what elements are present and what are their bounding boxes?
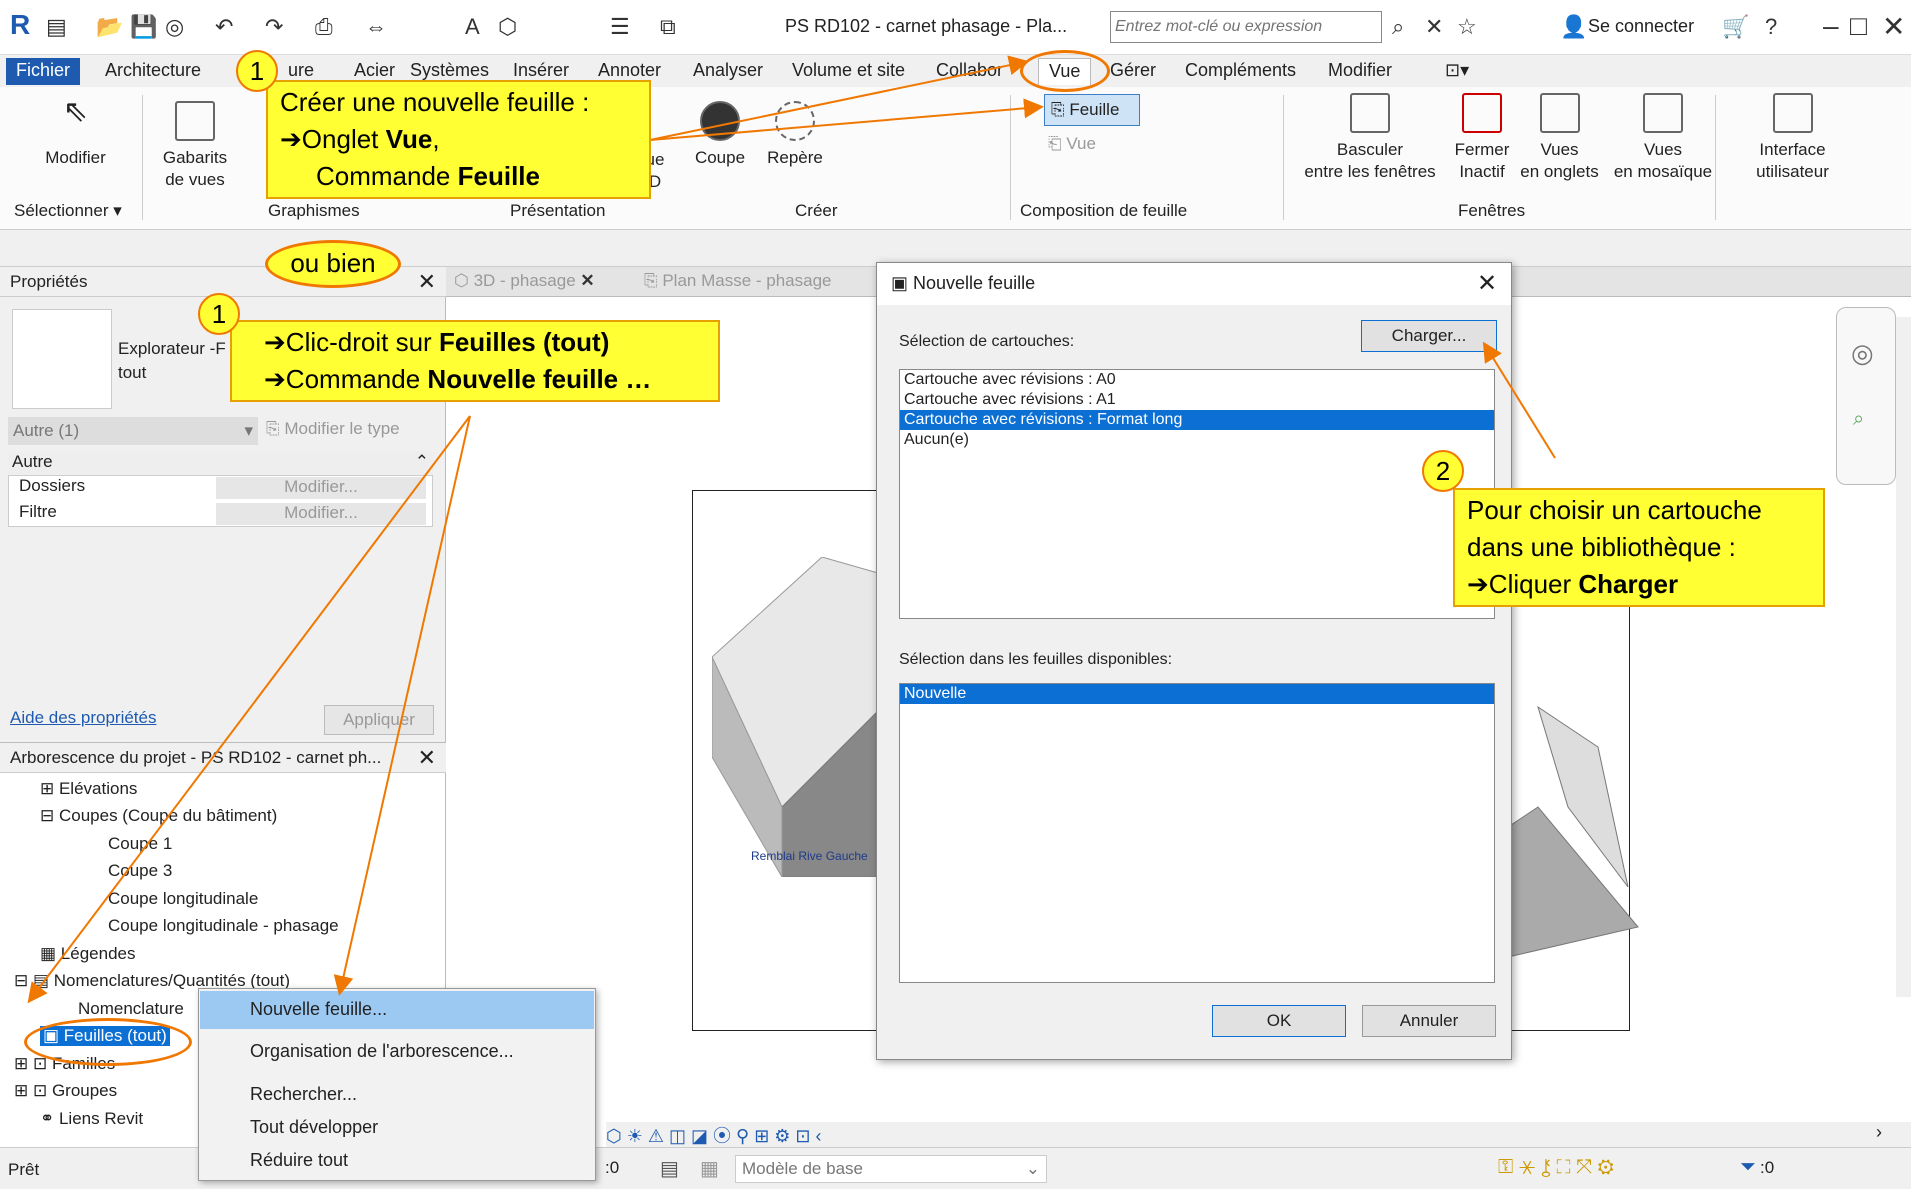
callout-charger: Pour choisir un cartouche dans une bibli…: [1453, 488, 1825, 607]
step-number-1a: 1: [236, 50, 278, 92]
callout-onglet-vue: Créer une nouvelle feuille : ➔Onglet Vue…: [266, 80, 651, 199]
highlight-vue-tab: [1020, 50, 1110, 92]
step-number-2: 2: [1422, 450, 1464, 492]
ou-bien-label: ou bien: [265, 240, 401, 288]
callout-clic-droit: ➔Clic-droit sur Feuilles (tout) ➔Command…: [230, 320, 720, 402]
step-number-1b: 1: [198, 293, 240, 335]
highlight-feuilles-item: [24, 1018, 192, 1066]
